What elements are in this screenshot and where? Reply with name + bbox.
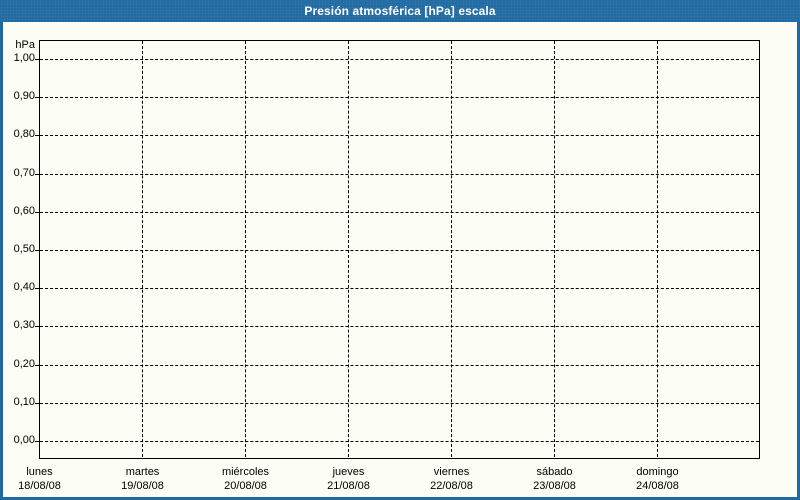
y-tick-mark (35, 326, 39, 328)
y-tick-label: 0,60 (13, 204, 35, 217)
y-gridline (40, 250, 759, 251)
y-tick-label: 0,70 (13, 166, 35, 179)
y-tick-mark (35, 173, 39, 175)
y-gridline (40, 97, 759, 99)
y-axis-unit-label: hPa (15, 39, 35, 51)
y-tick-label: 0,40 (13, 281, 35, 294)
chart-title-bar: Presión atmosférica [hPa] escala (0, 0, 800, 22)
y-tick-label: 0,00 (13, 434, 35, 446)
y-tick-mark (35, 97, 39, 99)
y-tick-mark (35, 364, 39, 366)
y-tick-mark (35, 402, 39, 404)
y-tick-label: 0,10 (13, 395, 35, 408)
x-date-label: 22/08/08 (430, 480, 473, 492)
x-gridline (554, 41, 555, 457)
x-day-label: domingo (636, 466, 679, 478)
x-day-label: miércoles (221, 466, 270, 478)
y-tick-mark (35, 211, 39, 213)
x-date-label: 23/08/08 (533, 480, 576, 492)
x-day-label: lunes (26, 466, 53, 478)
x-tick-label: jueves 21/08/08 (299, 465, 399, 493)
x-tick-label: lunes 18/08/08 (0, 465, 90, 493)
y-tick-mark (35, 288, 39, 290)
y-gridline (40, 326, 759, 328)
y-tick-mark (35, 135, 39, 137)
x-tick-label: domingo 24/08/08 (608, 465, 708, 493)
y-gridline (40, 59, 759, 60)
y-tick-mark (35, 59, 39, 60)
x-day-label: viernes (433, 466, 470, 478)
chart-window: Presión atmosférica [hPa] escala hPa 1,0… (0, 0, 800, 500)
y-tick-label: 1,00 (13, 52, 35, 64)
x-date-label: 21/08/08 (327, 480, 370, 492)
chart-title: Presión atmosférica [hPa] escala (304, 4, 496, 18)
x-gridline (348, 41, 349, 457)
x-tick-label: martes 19/08/08 (93, 465, 193, 493)
y-gridline (40, 402, 759, 404)
y-tick-label: 0,50 (13, 243, 35, 255)
x-date-label: 20/08/08 (224, 480, 267, 492)
y-gridline (40, 441, 759, 442)
x-day-label: martes (125, 466, 160, 478)
y-tick-mark (35, 441, 39, 442)
y-tick-label: 0,30 (13, 319, 35, 332)
x-gridline (142, 41, 143, 457)
chart-body: hPa 1,00 0,90 0,80 0,70 0,60 0,50 0,40 0,30 0,20… (3, 22, 797, 497)
x-tick-label: miércoles 20/08/08 (196, 465, 296, 493)
y-tick-label: 0,90 (13, 90, 35, 103)
x-date-label: 19/08/08 (121, 480, 164, 492)
y-gridline (40, 211, 759, 213)
y-tick-label: 0,20 (13, 357, 35, 370)
x-gridline (245, 41, 246, 457)
y-gridline (40, 364, 759, 366)
x-gridline (657, 41, 658, 457)
x-gridline (451, 41, 452, 457)
x-day-label: jueves (332, 466, 365, 478)
y-tick-label: 0,80 (13, 128, 35, 141)
y-tick-mark (35, 250, 39, 251)
x-tick-label: viernes 22/08/08 (402, 465, 502, 493)
y-gridline (40, 288, 759, 290)
x-tick-label: sábado 23/08/08 (505, 465, 605, 493)
y-gridline (40, 135, 759, 137)
x-date-label: 18/08/08 (18, 480, 61, 492)
x-day-label: sábado (536, 466, 573, 478)
x-date-label: 24/08/08 (636, 480, 679, 492)
y-gridline (40, 173, 759, 175)
